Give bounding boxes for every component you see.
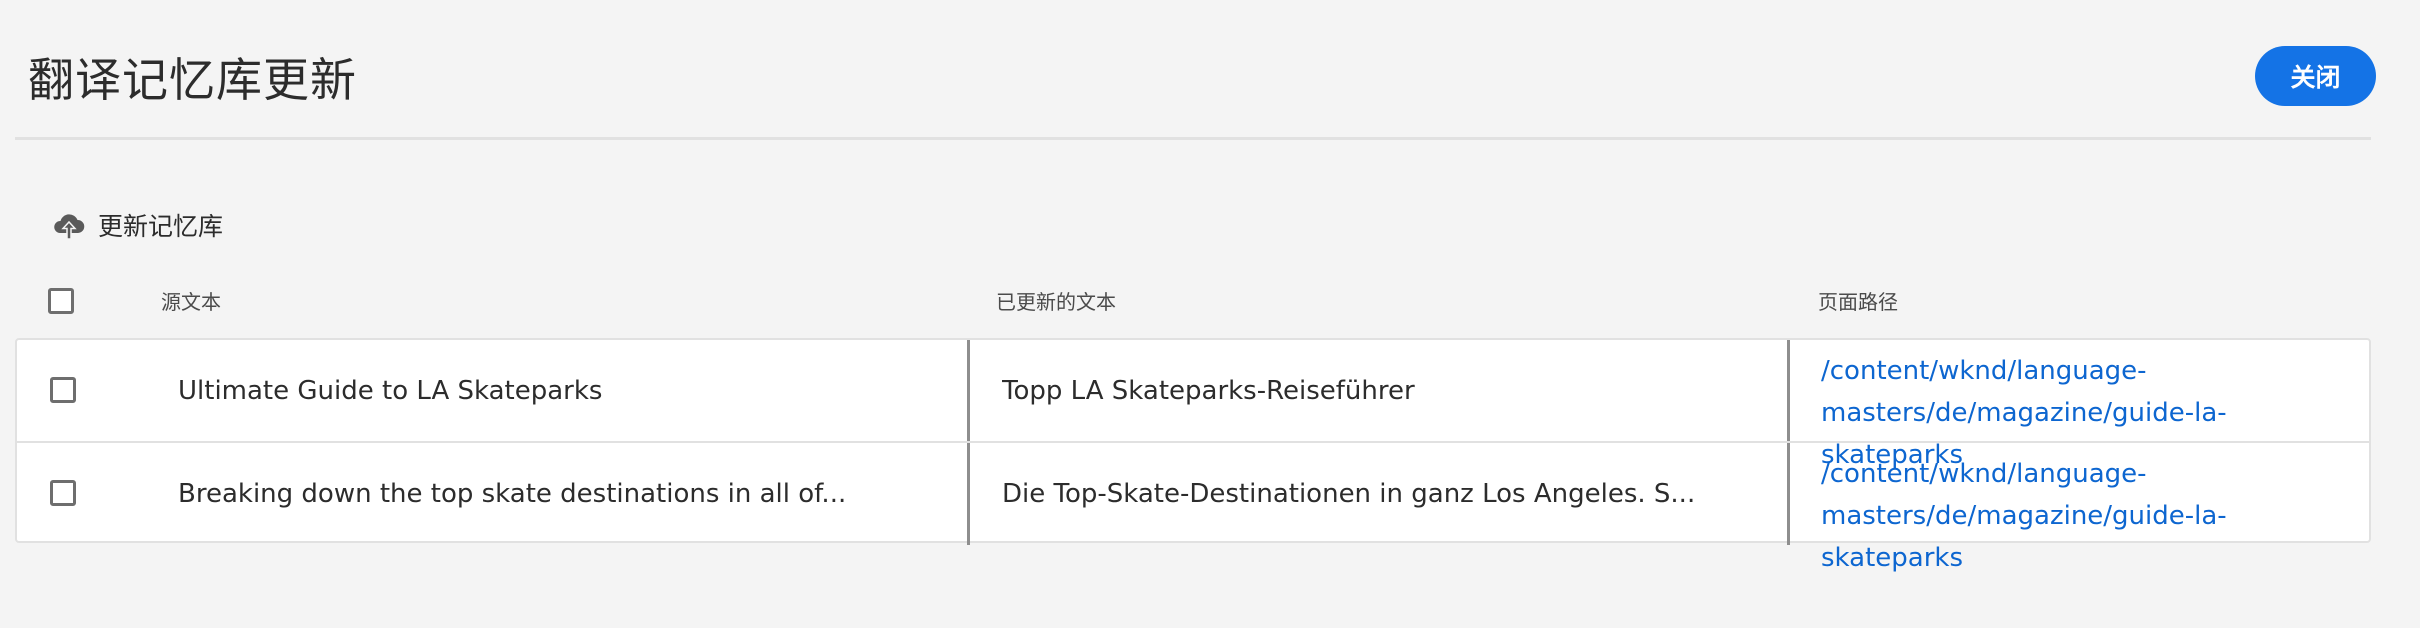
column-header-source[interactable]: 源文本 <box>161 286 221 315</box>
close-button[interactable]: 关闭 <box>2255 46 2376 106</box>
page-title: 翻译记忆库更新 <box>28 53 357 107</box>
table-row[interactable]: Breaking down the top skate destinations… <box>17 441 2369 573</box>
page-path-line: /content/wknd/language- <box>1821 459 2147 489</box>
translation-table: Ultimate Guide to LA Skateparks Topp LA … <box>15 338 2371 573</box>
update-memory-button[interactable]: 更新记忆库 <box>52 203 223 247</box>
updated-text-cell: Die Top-Skate-Destinationen in ganz Los … <box>1002 478 1696 509</box>
cloud-upload-icon <box>52 208 86 242</box>
source-text-cell: Breaking down the top skate destinations… <box>178 478 847 509</box>
page-path-link[interactable]: /content/wknd/language- masters/de/magaz… <box>1821 453 2341 579</box>
translation-memory-update-page: 翻译记忆库更新 关闭 更新记忆库 源文本 已更新的文本 页面路径 Ultimat… <box>0 0 2420 628</box>
page-header: 翻译记忆库更新 关闭 <box>15 0 2376 140</box>
row-checkbox[interactable] <box>50 480 76 506</box>
updated-text-cell: Topp LA Skateparks-Reiseführer <box>1002 375 1415 406</box>
table-row[interactable]: Ultimate Guide to LA Skateparks Topp LA … <box>17 340 2369 470</box>
update-memory-label: 更新记忆库 <box>98 212 224 241</box>
column-header-updated[interactable]: 已更新的文本 <box>996 286 1116 315</box>
column-header-path[interactable]: 页面路径 <box>1818 286 1898 315</box>
page-path-line: masters/de/magazine/guide-la-skateparks <box>1821 501 2227 573</box>
select-all-checkbox[interactable] <box>48 288 74 314</box>
page-path-line: /content/wknd/language- <box>1821 356 2147 386</box>
source-text-cell: Ultimate Guide to LA Skateparks <box>178 375 603 406</box>
row-checkbox[interactable] <box>50 377 76 403</box>
